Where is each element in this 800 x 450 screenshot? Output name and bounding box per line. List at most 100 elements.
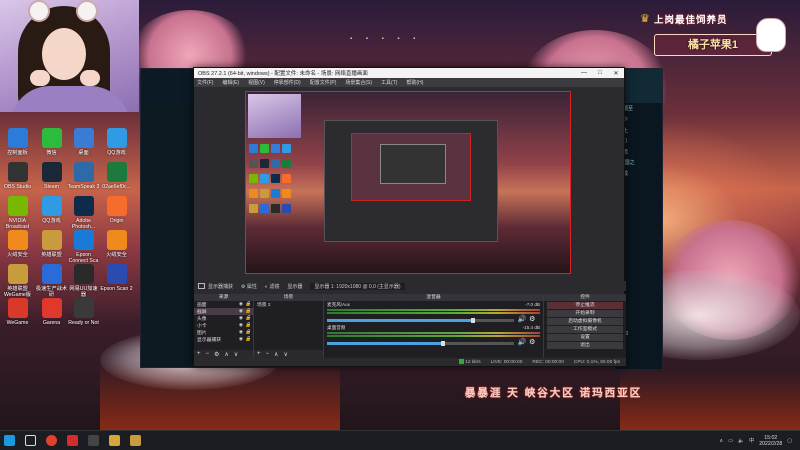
source-item[interactable]: 头像 ◉ 🔒 <box>194 315 253 322</box>
desktop-shortcut[interactable]: Ready or Not <box>67 298 100 326</box>
add-icon[interactable]: + <box>197 351 201 357</box>
volume-icon[interactable]: 🔈 <box>738 438 744 444</box>
eye-icon[interactable]: ◉ <box>239 330 243 335</box>
eye-icon[interactable]: ◉ <box>239 302 243 307</box>
desktop-shortcut[interactable]: Epson Connect Sca <box>67 230 100 264</box>
settings-button[interactable]: 设置 <box>547 334 623 341</box>
desktop-shortcut[interactable]: OBS Studio <box>1 162 34 190</box>
cpu-status: CPU: 0.1%, 60.00 fps <box>573 359 620 365</box>
desktop-shortcut[interactable]: 02ae6ef0c... <box>100 162 133 190</box>
desktop-shortcut[interactable]: 网易UU加速器 <box>67 264 100 298</box>
taskbar-search-button[interactable] <box>21 432 39 450</box>
desktop-shortcut[interactable]: Origin <box>100 196 133 224</box>
desktop-shortcut[interactable]: 英雄联盟 <box>35 230 68 258</box>
menu-tools[interactable]: 工具(T) <box>381 79 397 86</box>
desktop-shortcut[interactable]: QQ游戏 <box>35 196 68 224</box>
menu-profile[interactable]: 配置文件(P) <box>310 79 337 86</box>
eye-icon[interactable]: ◉ <box>239 337 243 342</box>
gear-icon[interactable]: ⚙ <box>529 315 535 323</box>
exit-button[interactable]: 退出 <box>547 342 623 349</box>
desktop-shortcut[interactable]: Epson Scan 2 <box>100 264 133 292</box>
start-virtual-camera-button[interactable]: 启动虚拟摄像机 <box>547 318 623 325</box>
close-button[interactable]: ✕ <box>608 70 624 77</box>
level-meter <box>327 332 540 334</box>
speaker-icon[interactable]: 🔊 <box>517 315 526 323</box>
desktop-shortcut[interactable]: 火绒安全 <box>100 230 133 258</box>
clock[interactable]: 15:02 2022/2/28 <box>759 435 782 447</box>
desktop-shortcut[interactable]: 控制面板 <box>1 128 34 156</box>
source-item[interactable]: 截屏 ◉ 🔒 <box>194 308 253 315</box>
source-item[interactable]: 画面 ◉ 🔒 <box>194 301 253 308</box>
lock-icon[interactable]: 🔒 <box>245 316 251 321</box>
taskbar-lol-button[interactable] <box>126 432 144 450</box>
desktop-shortcut[interactable]: TeamSpeak 3 <box>67 162 100 190</box>
down-icon[interactable]: ∨ <box>283 351 287 358</box>
desktop-shortcut[interactable]: QQ游戏 <box>100 128 133 156</box>
desktop-shortcut[interactable]: 微信 <box>35 128 68 156</box>
source-item[interactable]: 显示器捕获 ◉ 🔒 <box>194 336 253 343</box>
uu-icon <box>73 264 94 284</box>
menu-edit[interactable]: 编辑(E) <box>222 79 239 86</box>
eye-icon[interactable]: ◉ <box>239 316 243 321</box>
lock-icon[interactable]: 🔒 <box>245 337 251 342</box>
minimize-button[interactable]: — <box>576 70 592 77</box>
input-language[interactable]: 中 <box>749 437 754 444</box>
desktop-shortcut[interactable]: 火绒安全 <box>1 230 34 258</box>
desktop-shortcut[interactable]: 英雄联盟 WeGame版 <box>1 264 34 298</box>
source-item[interactable]: 小卡 ◉ 🔒 <box>194 322 253 329</box>
eye-icon[interactable]: ◉ <box>239 309 243 314</box>
gear-icon[interactable]: ⚙ <box>214 351 219 358</box>
taskbar-chrome-button[interactable] <box>42 432 60 450</box>
remove-icon[interactable]: − <box>206 351 210 357</box>
display-select[interactable]: 显示器 1: 1920x1080 @ 0,0 (主显示器) <box>310 282 405 290</box>
taskbar-obs-button[interactable] <box>84 432 102 450</box>
menu-view[interactable]: 视图(V) <box>248 79 265 86</box>
studio-mode-button[interactable]: 工作室模式 <box>547 326 623 333</box>
notification-icon[interactable]: ▢ <box>787 438 792 444</box>
speaker-icon[interactable]: 🔊 <box>517 338 526 346</box>
menu-file[interactable]: 文件(F) <box>197 79 213 86</box>
down-icon[interactable]: ∨ <box>234 351 238 358</box>
lock-icon[interactable]: 🔒 <box>245 302 251 307</box>
start-recording-button[interactable]: 开始录制 <box>547 310 623 317</box>
obs-preview-canvas[interactable] <box>245 91 571 274</box>
up-icon[interactable]: ∧ <box>274 351 278 358</box>
desktop-shortcut[interactable]: Garena <box>35 298 68 326</box>
desktop-shortcut[interactable]: WeGame <box>1 298 34 326</box>
stop-streaming-button[interactable]: 停止推流 <box>547 302 623 309</box>
lock-icon[interactable]: 🔒 <box>245 330 251 335</box>
brand-name: 橘子苹果1 <box>654 34 772 56</box>
menu-help[interactable]: 帮助(H) <box>406 79 423 86</box>
volume-slider[interactable] <box>327 340 515 346</box>
properties-button[interactable]: ⚙ 属性 <box>241 283 257 290</box>
menu-scene-collection[interactable]: 场景集合(S) <box>345 79 372 86</box>
scene-item[interactable]: 场景 2 <box>254 301 323 308</box>
source-item[interactable]: 图片 ◉ 🔒 <box>194 329 253 336</box>
filters-button[interactable]: ◐ 滤镜 <box>265 283 279 290</box>
desktop-shortcut[interactable]: Steam <box>35 162 68 190</box>
add-icon[interactable]: + <box>257 351 261 357</box>
taskbar-file-explorer-button[interactable] <box>105 432 123 450</box>
audio-mixer-dock: 混音器 麦克风/Aux -7.0 dB 🔊 ⚙ 桌面音频 -15.4 dB 🔊 ⚙ <box>324 294 544 358</box>
desktop-shortcut[interactable]: NVIDIA Broadcast <box>1 196 34 230</box>
taskbar-windows-start-button[interactable] <box>0 432 18 450</box>
network-icon[interactable]: ▭ <box>728 438 733 444</box>
remove-icon[interactable]: − <box>266 351 270 357</box>
desktop-shortcut[interactable]: 极速生产战术研 <box>35 264 68 298</box>
tray-arrow-icon[interactable]: ∧ <box>720 438 724 444</box>
taskbar-qq-music-button[interactable] <box>63 432 81 450</box>
obs-window[interactable]: OBS 27.2.1 (64-bit, windows) - 配置文件: 未命名… <box>193 67 626 367</box>
up-icon[interactable]: ∧ <box>224 351 228 358</box>
eye-icon[interactable]: ◉ <box>239 323 243 328</box>
desktop-shortcut[interactable]: 桌面 <box>67 128 100 156</box>
desktop-shortcut-label: Origin <box>109 218 124 224</box>
volume-slider[interactable] <box>327 317 515 323</box>
obs-title-bar[interactable]: OBS 27.2.1 (64-bit, windows) - 配置文件: 未命名… <box>194 68 624 78</box>
maximize-button[interactable]: □ <box>592 70 608 77</box>
desktop-shortcut[interactable]: Adobe Photosh... <box>67 196 100 230</box>
gear-icon[interactable]: ⚙ <box>529 338 535 346</box>
lock-icon[interactable]: 🔒 <box>245 323 251 328</box>
lock-icon[interactable]: 🔒 <box>245 309 251 314</box>
menu-docks[interactable]: 停靠部件(D) <box>274 79 301 86</box>
chrome-icon <box>45 435 57 446</box>
